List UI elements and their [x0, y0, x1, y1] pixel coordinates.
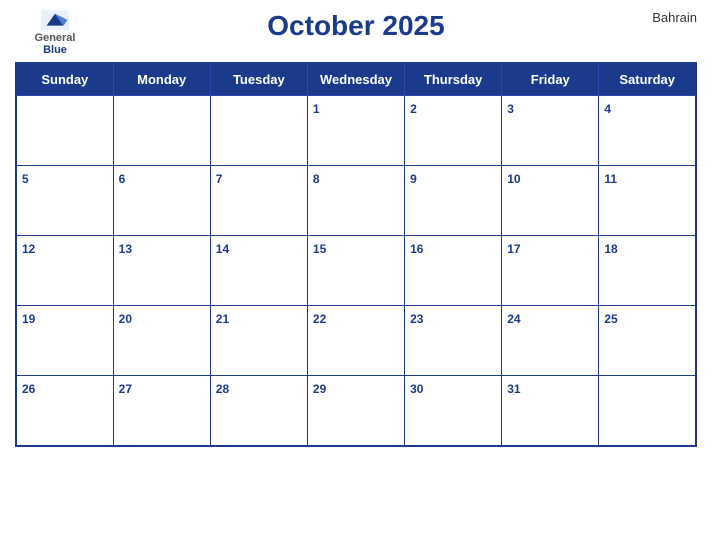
day-number: 18 — [604, 242, 617, 256]
day-number: 29 — [313, 382, 326, 396]
day-number: 21 — [216, 312, 229, 326]
day-number: 11 — [604, 172, 617, 186]
day-number: 31 — [507, 382, 520, 396]
day-number: 17 — [507, 242, 520, 256]
calendar-cell: 11 — [599, 166, 696, 236]
calendar-cell: 28 — [210, 376, 307, 446]
day-number: 28 — [216, 382, 229, 396]
day-number: 20 — [119, 312, 132, 326]
calendar-cell: 13 — [113, 236, 210, 306]
calendar-grid: SundayMondayTuesdayWednesdayThursdayFrid… — [15, 62, 697, 447]
day-number: 2 — [410, 102, 417, 116]
weekday-friday: Friday — [502, 63, 599, 96]
calendar-cell: 23 — [405, 306, 502, 376]
logo-area: General Blue — [15, 10, 95, 56]
calendar-cell: 14 — [210, 236, 307, 306]
calendar-cell: 9 — [405, 166, 502, 236]
day-number: 13 — [119, 242, 132, 256]
calendar-cell: 30 — [405, 376, 502, 446]
week-row-4: 19 20 21 22 23 24 25 — [16, 306, 696, 376]
day-number: 26 — [22, 382, 35, 396]
calendar-cell: 12 — [16, 236, 113, 306]
calendar-cell: 15 — [307, 236, 404, 306]
calendar-wrapper: General Blue October 2025 Bahrain Sunday… — [0, 0, 712, 550]
calendar-cell: 27 — [113, 376, 210, 446]
calendar-cell: 22 — [307, 306, 404, 376]
month-title: October 2025 — [95, 10, 617, 42]
calendar-cell: 18 — [599, 236, 696, 306]
calendar-cell: 1 — [307, 96, 404, 166]
day-number: 16 — [410, 242, 423, 256]
day-number: 15 — [313, 242, 326, 256]
day-number: 12 — [22, 242, 35, 256]
week-row-2: 5 6 7 8 9 10 11 — [16, 166, 696, 236]
calendar-header: General Blue October 2025 Bahrain — [15, 10, 697, 56]
logo-general: General — [35, 32, 76, 44]
country-label: Bahrain — [617, 10, 697, 25]
calendar-cell: 17 — [502, 236, 599, 306]
calendar-cell: 24 — [502, 306, 599, 376]
calendar-cell: 2 — [405, 96, 502, 166]
week-row-5: 26 27 28 29 30 31 — [16, 376, 696, 446]
calendar-cell: 16 — [405, 236, 502, 306]
calendar-cell — [113, 96, 210, 166]
day-number: 10 — [507, 172, 520, 186]
weekday-sunday: Sunday — [16, 63, 113, 96]
day-number: 30 — [410, 382, 423, 396]
calendar-cell: 4 — [599, 96, 696, 166]
day-number: 27 — [119, 382, 132, 396]
calendar-cell: 10 — [502, 166, 599, 236]
day-number: 25 — [604, 312, 617, 326]
day-number: 24 — [507, 312, 520, 326]
day-number: 19 — [22, 312, 35, 326]
week-row-3: 12 13 14 15 16 17 18 — [16, 236, 696, 306]
weekday-thursday: Thursday — [405, 63, 502, 96]
calendar-cell: 3 — [502, 96, 599, 166]
calendar-cell: 29 — [307, 376, 404, 446]
day-number: 7 — [216, 172, 223, 186]
weekday-header-row: SundayMondayTuesdayWednesdayThursdayFrid… — [16, 63, 696, 96]
day-number: 6 — [119, 172, 126, 186]
day-number: 23 — [410, 312, 423, 326]
calendar-cell: 6 — [113, 166, 210, 236]
week-row-1: 1 2 3 4 — [16, 96, 696, 166]
day-number: 22 — [313, 312, 326, 326]
day-number: 5 — [22, 172, 29, 186]
day-number: 8 — [313, 172, 320, 186]
calendar-cell: 20 — [113, 306, 210, 376]
calendar-cell — [210, 96, 307, 166]
weekday-wednesday: Wednesday — [307, 63, 404, 96]
calendar-cell: 21 — [210, 306, 307, 376]
day-number: 4 — [604, 102, 611, 116]
weekday-tuesday: Tuesday — [210, 63, 307, 96]
day-number: 3 — [507, 102, 514, 116]
weekday-monday: Monday — [113, 63, 210, 96]
day-number: 1 — [313, 102, 320, 116]
calendar-cell: 5 — [16, 166, 113, 236]
day-number: 9 — [410, 172, 417, 186]
calendar-cell — [16, 96, 113, 166]
generalblue-logo-icon — [41, 10, 69, 30]
calendar-cell: 8 — [307, 166, 404, 236]
weekday-saturday: Saturday — [599, 63, 696, 96]
logo-blue: Blue — [43, 44, 67, 56]
day-number: 14 — [216, 242, 229, 256]
calendar-title: October 2025 — [95, 10, 617, 42]
calendar-cell: 19 — [16, 306, 113, 376]
calendar-cell: 31 — [502, 376, 599, 446]
calendar-cell: 7 — [210, 166, 307, 236]
calendar-cell: 26 — [16, 376, 113, 446]
calendar-cell: 25 — [599, 306, 696, 376]
calendar-cell — [599, 376, 696, 446]
